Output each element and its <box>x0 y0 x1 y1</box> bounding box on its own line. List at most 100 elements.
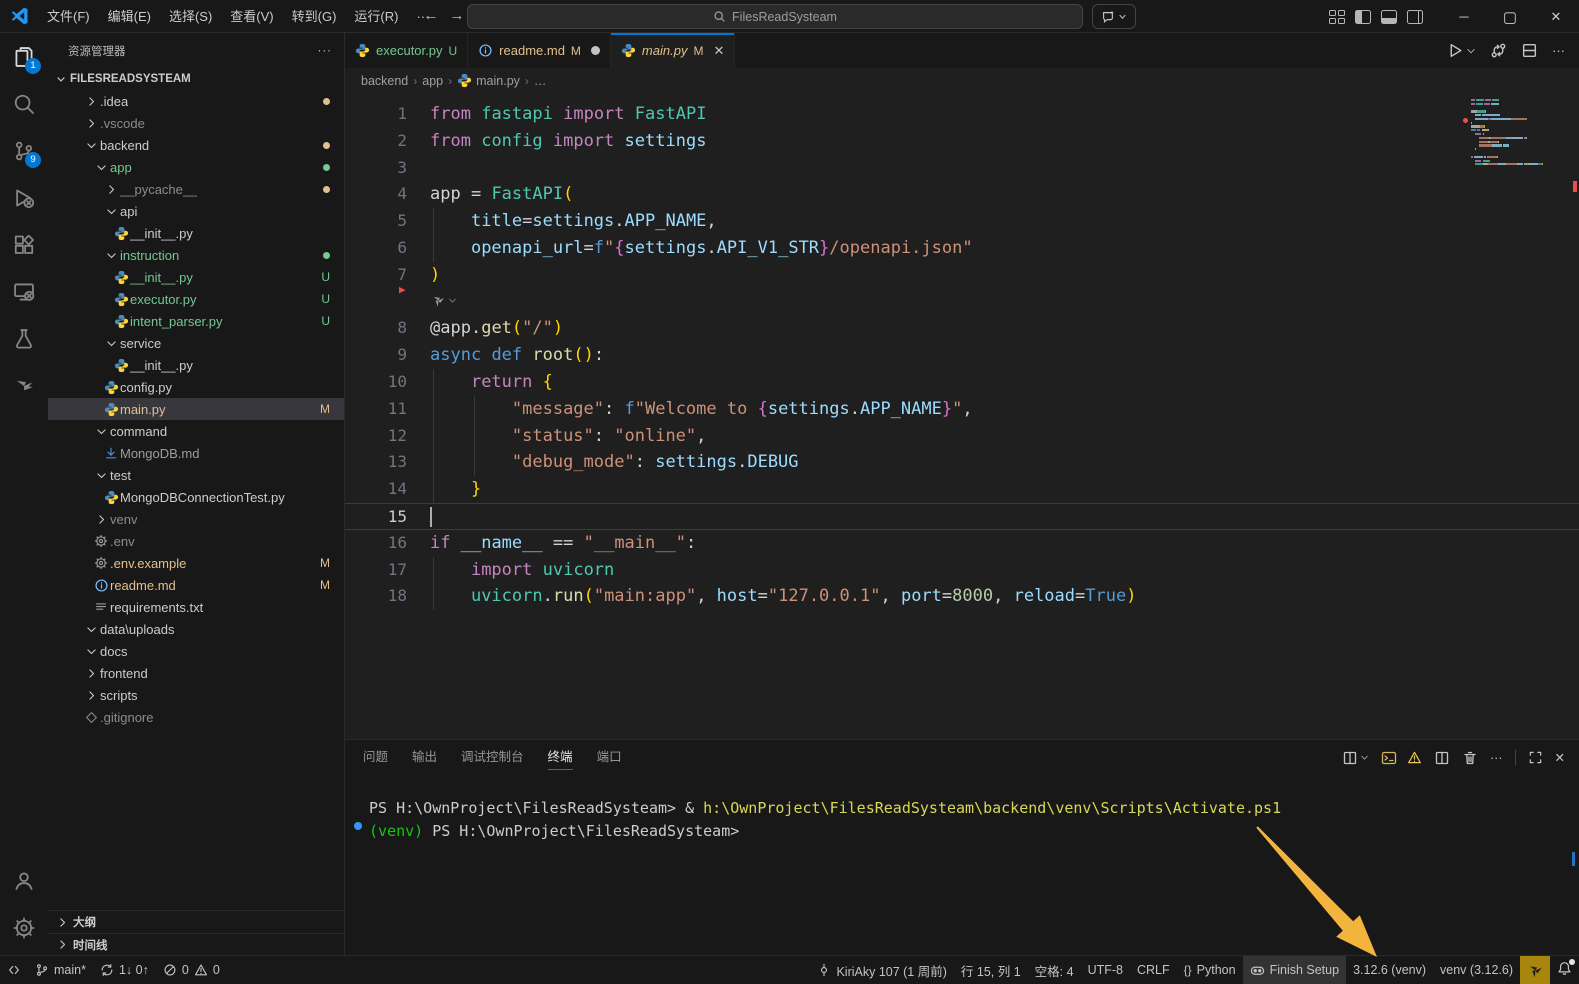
maximize-button[interactable]: ▢ <box>1487 0 1533 33</box>
status-venv-status[interactable]: venv (3.12.6) <box>1433 956 1520 984</box>
close-panel-icon[interactable]: ✕ <box>1555 750 1565 765</box>
status-pinwheel-badge[interactable] <box>1520 956 1550 984</box>
activity-search[interactable] <box>0 80 48 127</box>
activity-explorer[interactable]: 1 <box>0 33 48 80</box>
code-line-11[interactable]: 11 "message": f"Welcome to {settings.APP… <box>345 396 1579 423</box>
breadcrumb-item[interactable]: … <box>534 74 547 88</box>
code-line-1[interactable]: 1from fastapi import FastAPI <box>345 101 1579 128</box>
status-eol[interactable]: CRLF <box>1130 956 1177 984</box>
more-actions-icon[interactable]: ··· <box>1490 751 1503 765</box>
code-line-18[interactable]: 18 uvicorn.run("main:app", host="127.0.0… <box>345 583 1579 610</box>
status-problems[interactable]: 00 <box>156 956 227 984</box>
tree-item-venv[interactable]: venv <box>48 508 344 530</box>
tree-item-__init__.py[interactable]: __init__.py <box>48 222 344 244</box>
breadcrumb-item[interactable]: backend <box>361 74 408 88</box>
breadcrumb-item[interactable]: main.py <box>457 73 520 88</box>
tree-item-frontend[interactable]: frontend <box>48 662 344 684</box>
copilot-chat-button[interactable] <box>1092 4 1136 29</box>
activity-source-control[interactable]: 9 <box>0 127 48 174</box>
ai-pinwheel-icon[interactable] <box>431 293 457 308</box>
code-line-8[interactable]: 8@app.get("/") <box>345 315 1579 342</box>
tree-item-MongoDBConnectionTest.py[interactable]: MongoDBConnectionTest.py <box>48 486 344 508</box>
more-actions-icon[interactable]: ··· <box>1552 43 1565 58</box>
breadcrumb-item[interactable]: app <box>422 74 443 88</box>
menu-3[interactable]: 查看(V) <box>221 0 282 33</box>
tree-item-.env[interactable]: .env <box>48 530 344 552</box>
command-decoration-dot[interactable] <box>354 822 362 830</box>
tree-item-command[interactable]: command <box>48 420 344 442</box>
code-line-13[interactable]: 13 "debug_mode": settings.DEBUG <box>345 449 1579 476</box>
sidebar-section-0[interactable]: 大纲 <box>48 911 344 933</box>
code-line-2[interactable]: 2from config import settings <box>345 128 1579 155</box>
maximize-panel-icon[interactable] <box>1528 750 1543 765</box>
code-line-6[interactable]: 6 openapi_url=f"{settings.API_V1_STR}/op… <box>345 235 1579 262</box>
tree-item-executor.py[interactable]: executor.py U <box>48 288 344 310</box>
menu-1[interactable]: 编辑(E) <box>99 0 160 33</box>
sidebar-section-1[interactable]: 时间线 <box>48 933 344 955</box>
tree-item-instruction[interactable]: instruction <box>48 244 344 266</box>
tree-item-requirements.txt[interactable]: requirements.txt <box>48 596 344 618</box>
status-python-version[interactable]: 3.12.6 (venv) <box>1346 956 1433 984</box>
activity-testing[interactable] <box>0 315 48 362</box>
status-git-sync[interactable]: 1↓ 0↑ <box>93 956 156 984</box>
status-copilot-setup[interactable]: Finish Setup <box>1243 956 1346 984</box>
activity-run-debug[interactable] <box>0 174 48 221</box>
panel-tab-1[interactable]: 输出 <box>412 740 437 775</box>
status-cursor-position[interactable]: 行 15, 列 1 <box>954 956 1028 984</box>
tree-item-.vscode[interactable]: .vscode <box>48 112 344 134</box>
status-notifications[interactable] <box>1550 956 1579 984</box>
code-line-5[interactable]: 5 title=settings.APP_NAME, <box>345 208 1579 235</box>
run-python-file-button[interactable] <box>1447 42 1476 59</box>
code-line-17[interactable]: 17 import uvicorn <box>345 557 1579 584</box>
activity-accounts[interactable] <box>0 857 48 904</box>
tree-item-main.py[interactable]: main.py M <box>48 398 344 420</box>
toggle-secondary-sidebar-icon[interactable] <box>1407 10 1423 24</box>
tree-item-intent_parser.py[interactable]: intent_parser.py U <box>48 310 344 332</box>
status-language-mode[interactable]: {}Python <box>1177 956 1243 984</box>
customize-layout-icon[interactable] <box>1329 10 1345 24</box>
split-terminal-icon[interactable] <box>1434 750 1450 766</box>
terminal-tab[interactable] <box>1381 750 1422 766</box>
back-button[interactable]: ← <box>420 5 442 27</box>
close-button[interactable]: ✕ <box>1533 0 1579 33</box>
explorer-more-actions-icon[interactable]: ··· <box>318 45 333 57</box>
activity-extensions[interactable] <box>0 221 48 268</box>
menu-2[interactable]: 选择(S) <box>160 0 221 33</box>
tree-item-.env.example[interactable]: .env.example M <box>48 552 344 574</box>
status-remote-indicator[interactable] <box>0 956 28 984</box>
kill-terminal-icon[interactable] <box>1462 750 1478 766</box>
tree-item-.idea[interactable]: .idea <box>48 90 344 112</box>
status-blame[interactable]: KiriAky 107 (1 周前) <box>810 956 953 984</box>
toggle-sidebar-icon[interactable] <box>1355 10 1371 24</box>
tree-item-config.py[interactable]: config.py <box>48 376 344 398</box>
forward-button[interactable]: → <box>446 5 468 27</box>
activity-settings[interactable] <box>0 904 48 951</box>
tree-item-__init__.py[interactable]: __init__.py <box>48 354 344 376</box>
activity-pinwheel-extension[interactable] <box>0 362 48 409</box>
tree-item-test[interactable]: test <box>48 464 344 486</box>
panel-tab-0[interactable]: 问题 <box>363 740 388 775</box>
workspace-root-folder[interactable]: FILESREADSYSTEAM <box>48 68 344 90</box>
code-line-15[interactable]: 15 <box>345 503 1579 530</box>
code-line-7[interactable]: 7) <box>345 262 1579 289</box>
minimap[interactable] <box>1471 99 1563 167</box>
tree-item-backend[interactable]: backend <box>48 134 344 156</box>
code-line-9[interactable]: 9async def root(): <box>345 342 1579 369</box>
tree-item-readme.md[interactable]: readme.md M <box>48 574 344 596</box>
editor-tab-readme.md[interactable]: readme.md M <box>468 33 611 68</box>
tree-item-.gitignore[interactable]: .gitignore <box>48 706 344 728</box>
menu-0[interactable]: 文件(F) <box>38 0 99 33</box>
tree-item-MongoDB.md[interactable]: MongoDB.md <box>48 442 344 464</box>
minimize-button[interactable]: ─ <box>1441 0 1487 33</box>
tree-item-data_uploads[interactable]: data\uploads <box>48 618 344 640</box>
activity-remote-explorer[interactable] <box>0 268 48 315</box>
code-line-4[interactable]: 4app = FastAPI( <box>345 181 1579 208</box>
tree-item-scripts[interactable]: scripts <box>48 684 344 706</box>
menu-5[interactable]: 运行(R) <box>345 0 407 33</box>
tree-item-app[interactable]: app <box>48 156 344 178</box>
split-editor-icon[interactable] <box>1521 42 1538 59</box>
editor-tab-main.py[interactable]: main.py M ✕ <box>611 33 735 68</box>
tree-item-api[interactable]: api <box>48 200 344 222</box>
status-indentation[interactable]: 空格: 4 <box>1028 956 1081 984</box>
code-line-16[interactable]: 16if __name__ == "__main__": <box>345 530 1579 557</box>
